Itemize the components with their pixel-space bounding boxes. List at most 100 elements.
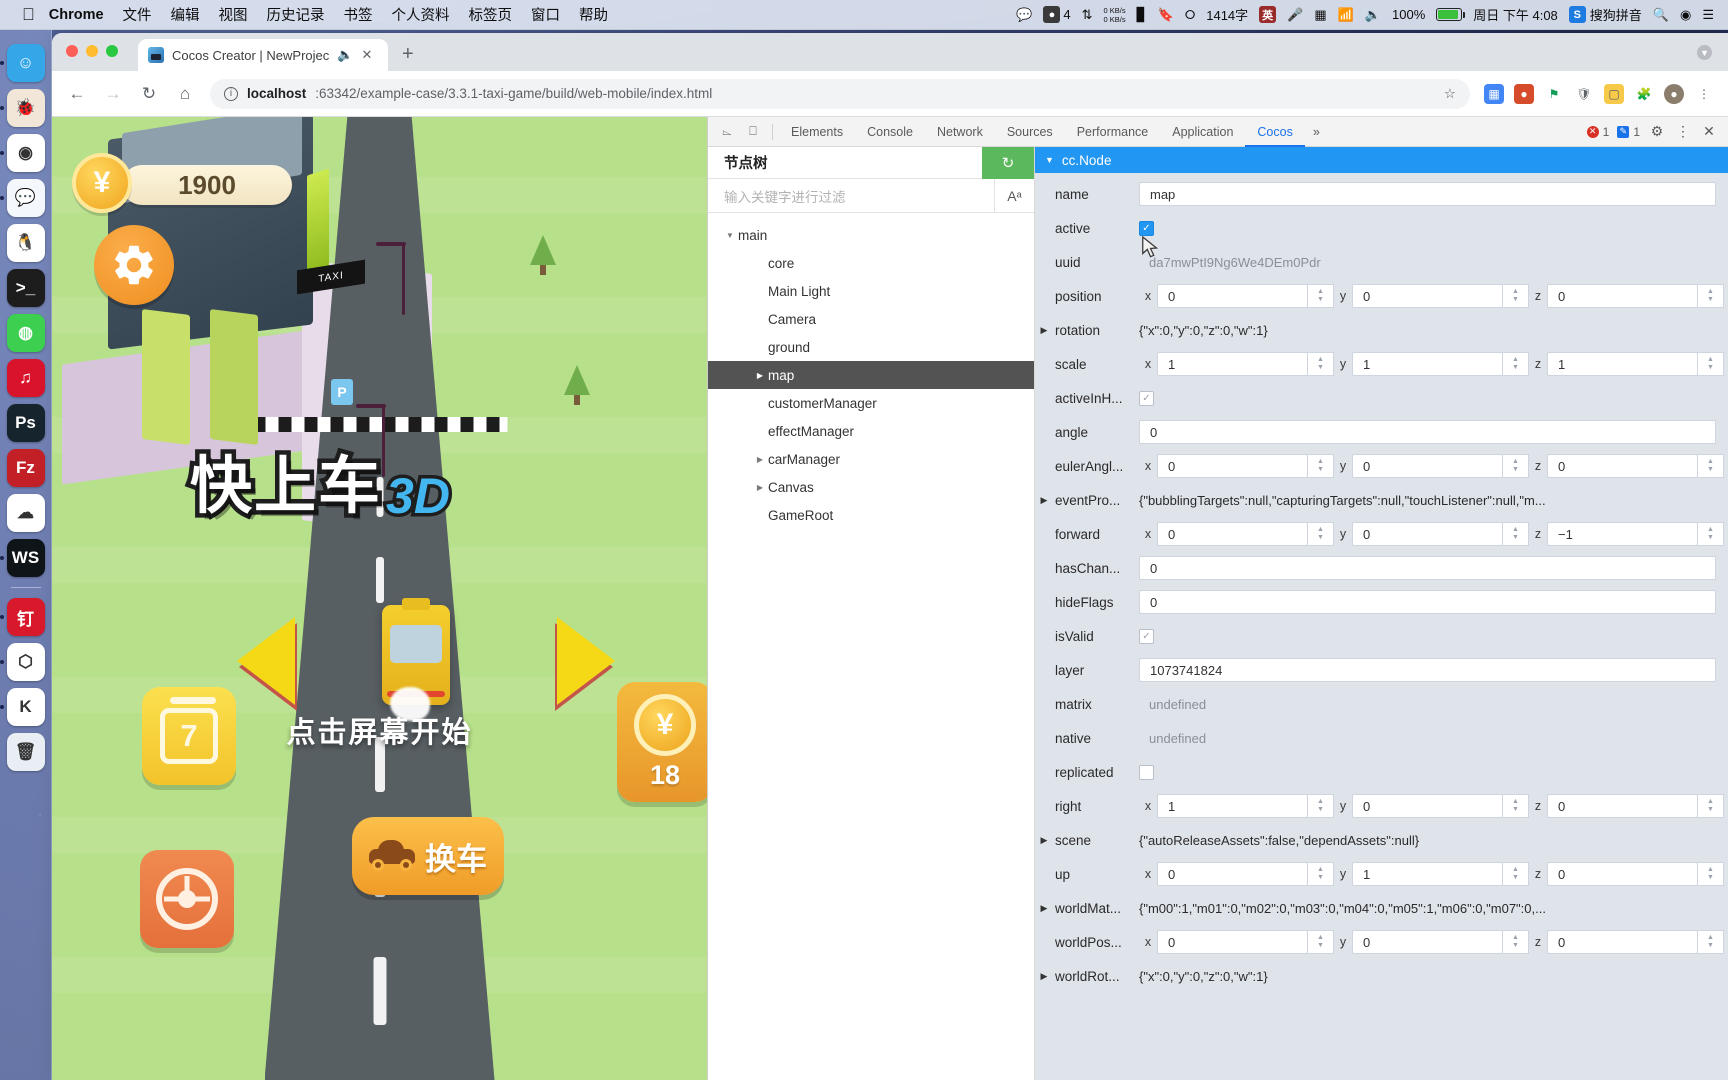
puzzle-extension-icon[interactable]: ▦ (1484, 84, 1504, 104)
kebab-menu-icon[interactable]: ⋮ (1694, 84, 1714, 104)
property-right-x-input[interactable]: 1 (1157, 794, 1308, 818)
tab-elements[interactable]: Elements (779, 117, 855, 147)
minimize-window-button[interactable] (86, 45, 98, 57)
cpu-meter-icon[interactable]: ▊ (1137, 7, 1147, 23)
node-tree-item-main[interactable]: ▼ main (708, 221, 1034, 249)
control-center-icon[interactable]: ☰ (1702, 7, 1714, 23)
match-case-icon[interactable]: Aᵃ (994, 179, 1034, 213)
dock-item-trash[interactable]: 🗑 (7, 733, 45, 771)
dock-item-messages[interactable]: 💬 (7, 179, 45, 217)
swap-car-button[interactable]: 换车 (352, 817, 504, 895)
bluetooth-icon[interactable]: ⇅ (1082, 7, 1093, 23)
tab-application[interactable]: Application (1160, 117, 1245, 147)
property-worldpos-z-input[interactable]: 0 (1547, 930, 1698, 954)
spotlight-search-icon[interactable]: 🔍 (1653, 7, 1669, 23)
property-input-hideflags[interactable]: 0 (1139, 590, 1716, 614)
node-tree-item-camera[interactable]: Camera (708, 305, 1034, 333)
stepper-icon[interactable]: ▲ ▼ (1503, 930, 1529, 954)
stepper-icon[interactable]: ▲ ▼ (1308, 930, 1334, 954)
property-worldpos-y-input[interactable]: 0 (1352, 930, 1503, 954)
node-filter-input[interactable]: 输入关键字进行过滤 (708, 186, 994, 206)
stepper-icon[interactable]: ▲ ▼ (1308, 794, 1334, 818)
garage-button[interactable] (140, 850, 234, 948)
battery-percent-label[interactable]: 100% (1392, 7, 1425, 22)
dock-item-terminal[interactable]: >_ (7, 269, 45, 307)
wifi-icon[interactable]: 📶 (1338, 7, 1354, 23)
network-speed-indicator[interactable]: 0 KB/s 0 KB/s (1104, 6, 1126, 24)
close-icon[interactable]: ✕ (361, 47, 372, 63)
property-eulerangl-x-input[interactable]: 0 (1157, 454, 1308, 478)
dock-item-dingtalk[interactable]: 钉 (7, 598, 45, 636)
chevron-right-icon[interactable]: ▶ (752, 483, 768, 492)
menu-item-history[interactable]: 历史记录 (267, 4, 325, 25)
property-checkbox-replicated[interactable] (1139, 765, 1154, 780)
extensions-icon[interactable]: 🧩 (1634, 84, 1654, 104)
menu-item-view[interactable]: 视图 (219, 4, 248, 25)
tab-console[interactable]: Console (855, 117, 925, 147)
stepper-icon[interactable]: ▲ ▼ (1698, 284, 1724, 308)
menu-item-window[interactable]: 窗口 (531, 4, 560, 25)
stepper-icon[interactable]: ▲ ▼ (1698, 930, 1724, 954)
settings-button[interactable] (94, 225, 174, 305)
property-forward-x-input[interactable]: 0 (1157, 522, 1308, 546)
property-input-haschan[interactable]: 0 (1139, 556, 1716, 580)
menu-item-help[interactable]: 帮助 (579, 4, 608, 25)
node-tree-item-customermanager[interactable]: customerManager (708, 389, 1034, 417)
property-eulerangl-z-input[interactable]: 0 (1547, 454, 1698, 478)
menu-item-file[interactable]: 文件 (123, 4, 152, 25)
node-tree-item-effectmanager[interactable]: effectManager (708, 417, 1034, 445)
bookmark-star-icon[interactable]: ☆ (1444, 86, 1456, 102)
property-worldpos-x-input[interactable]: 0 (1157, 930, 1308, 954)
vpn-icon[interactable]: ⭘ (1185, 7, 1195, 23)
property-input-name[interactable]: map (1139, 182, 1716, 206)
property-up-y-input[interactable]: 1 (1352, 862, 1503, 886)
left-arrow-icon[interactable] (237, 617, 295, 705)
word-count-label[interactable]: 1414字 (1206, 5, 1248, 24)
chevron-right-icon[interactable]: ▶ (752, 371, 768, 380)
node-tree-item-carmanager[interactable]: ▶ carManager (708, 445, 1034, 473)
property-up-z-input[interactable]: 0 (1547, 862, 1698, 886)
stepper-icon[interactable]: ▲ ▼ (1503, 862, 1529, 886)
device-toolbar-icon[interactable]: ⎕ (740, 120, 766, 144)
avatar-icon[interactable]: ● (1664, 84, 1684, 104)
property-input-layer[interactable]: 1073741824 (1139, 658, 1716, 682)
forward-arrow-icon[interactable]: → (102, 84, 124, 104)
stepper-icon[interactable]: ▲ ▼ (1308, 284, 1334, 308)
menu-item-profile[interactable]: 个人资料 (392, 4, 450, 25)
dock-item-baidu-netdisk[interactable]: ☁ (7, 494, 45, 532)
dock-item-photoshop[interactable]: Ps (7, 404, 45, 442)
property-forward-y-input[interactable]: 0 (1352, 522, 1503, 546)
property-checkbox-isvalid[interactable]: ✓ (1139, 629, 1154, 644)
dock-item-webstorm[interactable]: WS (7, 539, 45, 577)
stepper-icon[interactable]: ▲ ▼ (1698, 454, 1724, 478)
inspect-element-icon[interactable]: ⌳ (714, 120, 740, 144)
stepper-icon[interactable]: ▲ ▼ (1308, 352, 1334, 376)
speaker-icon[interactable]: 🔈 (337, 47, 353, 63)
close-icon[interactable]: ✕ (1700, 123, 1718, 140)
gear-icon[interactable]: ⚙ (1648, 123, 1666, 140)
siri-count-status[interactable]: ● 4 (1043, 6, 1070, 23)
node-tree-item-map[interactable]: ▶ map (708, 361, 1034, 389)
dock-item-kingsoft[interactable]: K (7, 688, 45, 726)
chevron-down-icon[interactable]: ▼ (722, 231, 738, 240)
properties-header[interactable]: ▼ cc.Node (1035, 147, 1728, 173)
more-tabs-button[interactable]: » (1305, 125, 1328, 139)
maximize-window-button[interactable] (106, 45, 118, 57)
node-tree-item-core[interactable]: core (708, 249, 1034, 277)
stepper-icon[interactable]: ▲ ▼ (1503, 284, 1529, 308)
property-scale-y-input[interactable]: 1 (1352, 352, 1503, 376)
menu-item-edit[interactable]: 编辑 (171, 4, 200, 25)
tab-network[interactable]: Network (925, 117, 995, 147)
ime-indicator-icon[interactable]: 英 (1259, 6, 1276, 23)
chevron-right-icon[interactable]: ▶ (1035, 903, 1053, 914)
dock-item-netease-music[interactable]: ♫ (7, 359, 45, 397)
mic-icon[interactable]: 🎤 (1287, 7, 1303, 23)
info-circle-icon[interactable]: i (224, 87, 238, 101)
chevron-right-icon[interactable]: ▶ (1035, 971, 1053, 982)
chevron-right-icon[interactable]: ▶ (1035, 835, 1053, 846)
chevron-right-icon[interactable]: ▶ (1035, 495, 1053, 506)
stepper-icon[interactable]: ▲ ▼ (1308, 454, 1334, 478)
notebook-icon[interactable]: ▢ (1604, 84, 1624, 104)
tab-cocos[interactable]: Cocos (1245, 117, 1304, 147)
dock-item-ladybug-app[interactable]: 🐞 (7, 89, 45, 127)
